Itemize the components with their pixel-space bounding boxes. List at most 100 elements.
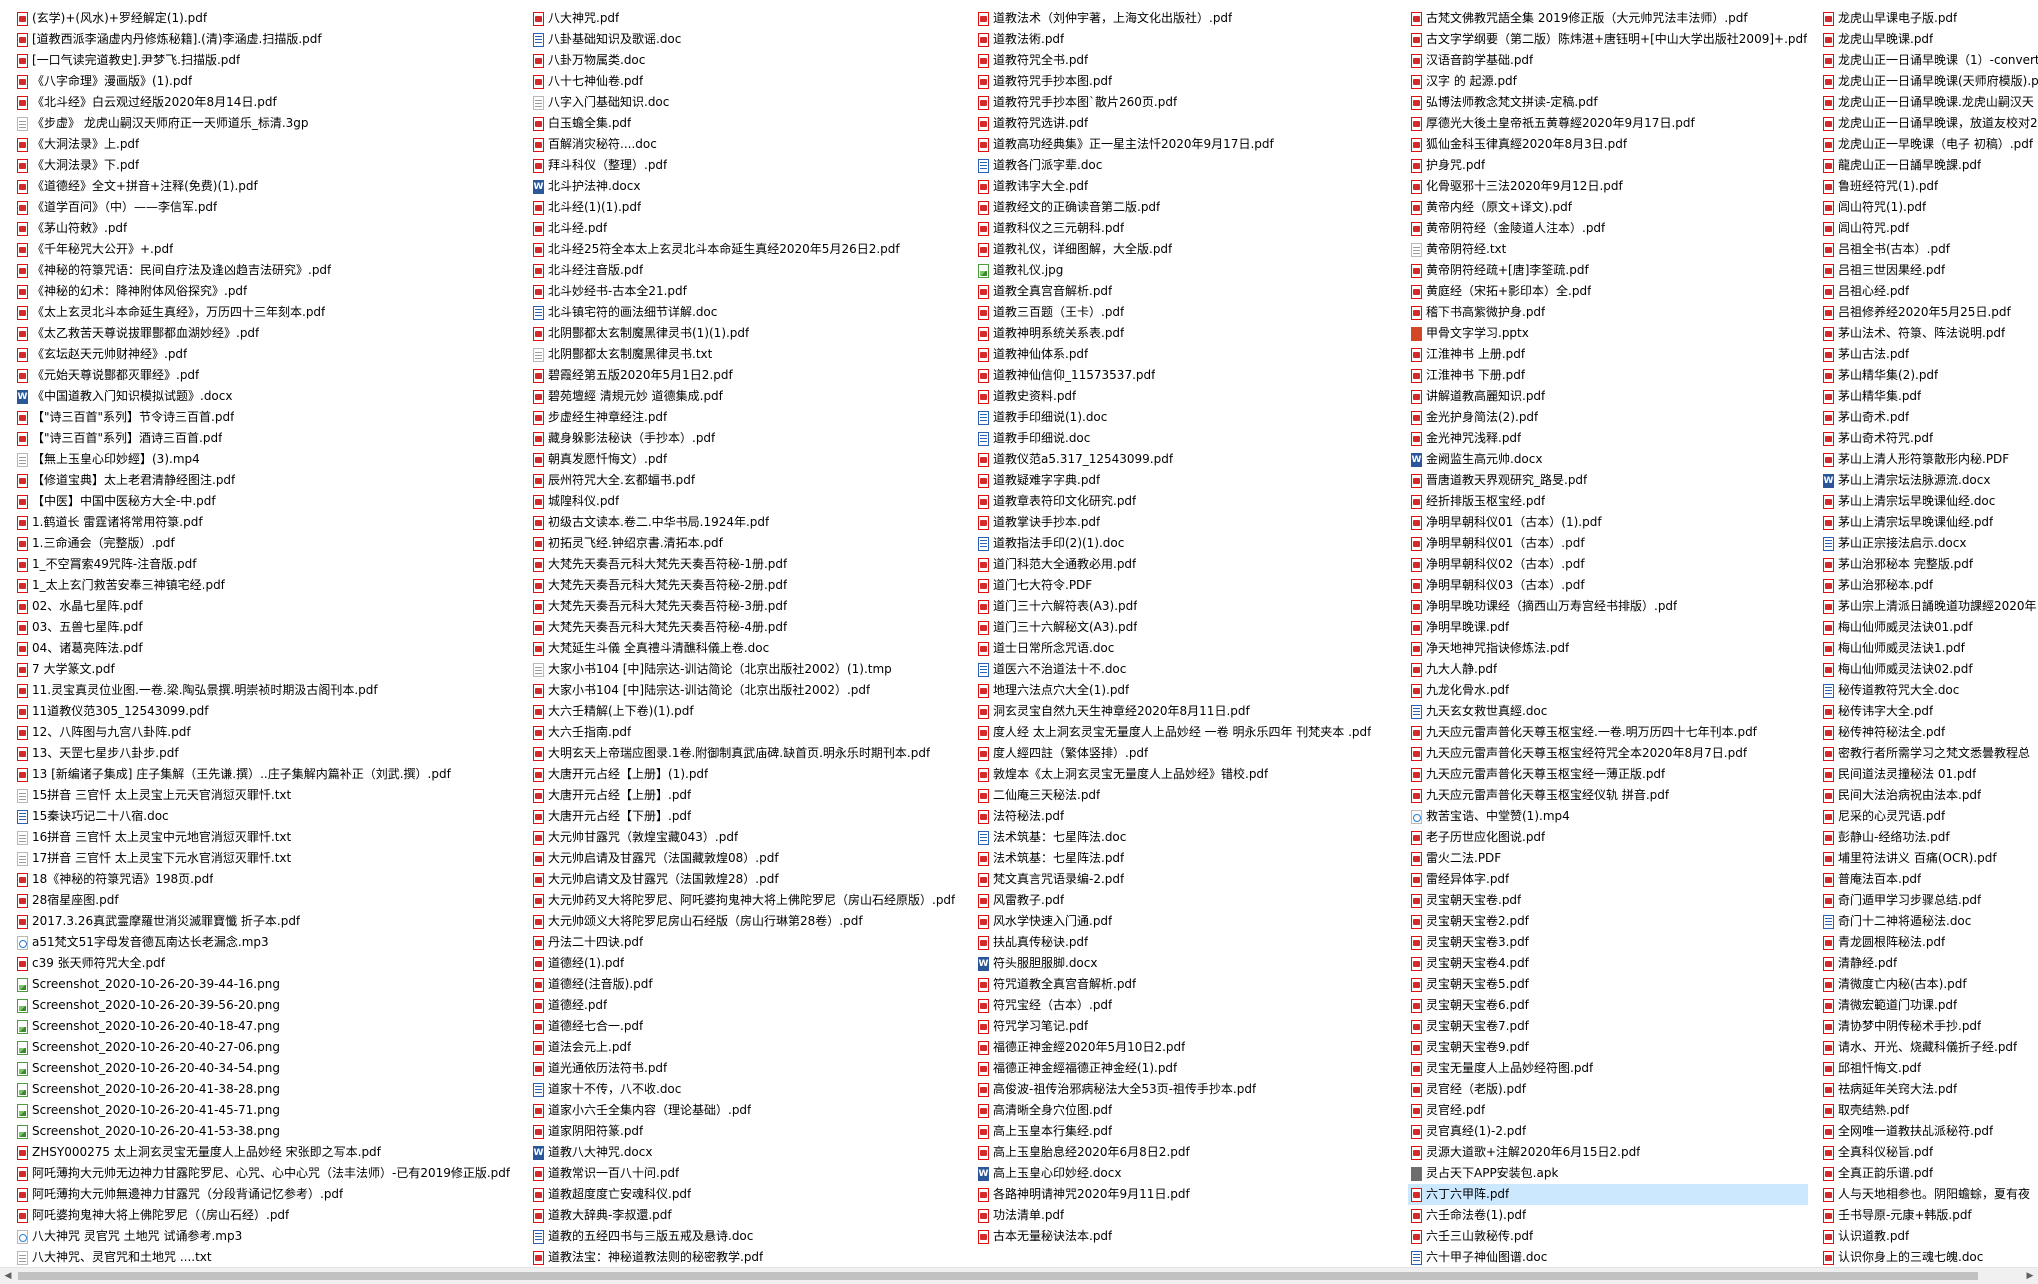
- file-item[interactable]: 龙虎山正一日诵早晚课（1）-convert: [1820, 50, 2038, 71]
- file-item[interactable]: 吕祖修养经2020年5月25日.pdf: [1820, 302, 2038, 323]
- file-item[interactable]: 茅山上清宗坛早晚课仙经.pdf: [1820, 512, 2038, 533]
- file-item[interactable]: 大梵先天奏吾元科大梵先天奏吾符秘-2册.pdf: [530, 575, 960, 596]
- file-item[interactable]: 风水学快速入门通.pdf: [975, 911, 1395, 932]
- file-item[interactable]: 1_太上玄门救苦安奉三神镇宅经.pdf: [14, 575, 514, 596]
- file-item[interactable]: 《千年秘咒大公开》+.pdf: [14, 239, 514, 260]
- file-item[interactable]: 法符秘法.pdf: [975, 806, 1395, 827]
- file-item[interactable]: 邱祖忏悔文.pdf: [1820, 1058, 2038, 1079]
- file-item[interactable]: 讲解道教高麗知识.pdf: [1408, 386, 1808, 407]
- file-item[interactable]: 尼采的心灵咒语.pdf: [1820, 806, 2038, 827]
- file-item[interactable]: 《道德经》全文+拼音+注释(免费)(1).pdf: [14, 176, 514, 197]
- file-item[interactable]: 藏身躲影法秘诀（手抄本）.pdf: [530, 428, 960, 449]
- file-item[interactable]: 功法清单.pdf: [975, 1205, 1395, 1226]
- file-item[interactable]: 梅山仙师威灵法诀01.pdf: [1820, 617, 2038, 638]
- file-item[interactable]: 大梵先天奏吾元科大梵先天奏吾符秘-4册.pdf: [530, 617, 960, 638]
- file-item[interactable]: 道家阴阳符篆.pdf: [530, 1121, 960, 1142]
- file-item[interactable]: 弘博法师教念梵文拼读-定稿.pdf: [1408, 92, 1808, 113]
- file-item[interactable]: 洞玄灵宝自然九天生神章经2020年8月11日.pdf: [975, 701, 1395, 722]
- file-item[interactable]: 高上玉皇心印妙经.docx: [975, 1163, 1395, 1184]
- file-item[interactable]: 甲骨文字学习.pptx: [1408, 323, 1808, 344]
- file-item[interactable]: 秘传讳字大全.pdf: [1820, 701, 2038, 722]
- file-item[interactable]: 道教史资料.pdf: [975, 386, 1395, 407]
- file-item[interactable]: 埔里符法讲义 百痛(OCR).pdf: [1820, 848, 2038, 869]
- file-item[interactable]: 黄帝阴符经疏+[唐]李筌疏.pdf: [1408, 260, 1808, 281]
- file-item[interactable]: 碧苑壇經 清規元妙 道德集成.pdf: [530, 386, 960, 407]
- file-item[interactable]: 古本无量秘诀法本.pdf: [975, 1226, 1395, 1247]
- file-item[interactable]: 龙虎山早课电子版.pdf: [1820, 8, 2038, 29]
- file-item[interactable]: 六壬命法卷(1).pdf: [1408, 1205, 1808, 1226]
- file-item[interactable]: 1.三命通会（完整版）.pdf: [14, 533, 514, 554]
- file-item[interactable]: 救苦宝诰、中堂赞(1).mp4: [1408, 806, 1808, 827]
- file-item[interactable]: 闾山符咒.pdf: [1820, 218, 2038, 239]
- file-item[interactable]: 度人經四註（繁体竖排）.pdf: [975, 743, 1395, 764]
- file-item[interactable]: 全真科仪秘旨.pdf: [1820, 1142, 2038, 1163]
- file-item[interactable]: 《大洞法录》下.pdf: [14, 155, 514, 176]
- file-item[interactable]: 北阴酆都太玄制魔黑律灵书(1)(1).pdf: [530, 323, 960, 344]
- file-item[interactable]: 道教全真宫音解析.pdf: [975, 281, 1395, 302]
- file-item[interactable]: 吕祖心经.pdf: [1820, 281, 2038, 302]
- file-item[interactable]: 敦煌本《太上洞玄灵宝无量度人上品妙经》错校.pdf: [975, 764, 1395, 785]
- file-item[interactable]: Screenshot_2020-10-26-20-40-18-47.png: [14, 1016, 514, 1037]
- file-item[interactable]: 化骨驱邪十三法2020年9月12日.pdf: [1408, 176, 1808, 197]
- file-item[interactable]: 道教法宝：神秘道教法则的秘密教学.pdf: [530, 1247, 960, 1268]
- file-item[interactable]: 道教大辞典-李叔還.pdf: [530, 1205, 960, 1226]
- file-item[interactable]: 扶乩真传秘诀.pdf: [975, 932, 1395, 953]
- file-item[interactable]: 金阙监生高元帅.docx: [1408, 449, 1808, 470]
- file-item[interactable]: 大家小书104 [中]陆宗达-训诂简论（北京出版社2002）.pdf: [530, 680, 960, 701]
- file-item[interactable]: 北阴酆都太玄制魔黑律灵书.txt: [530, 344, 960, 365]
- file-item[interactable]: 六壬三山敦秘传.pdf: [1408, 1226, 1808, 1247]
- file-item[interactable]: 15秦诀巧记二十八宿.doc: [14, 806, 514, 827]
- file-item[interactable]: 道教讳字大全.pdf: [975, 176, 1395, 197]
- file-item[interactable]: 江淮神书 上册.pdf: [1408, 344, 1808, 365]
- file-item[interactable]: 道教法术（刘仲宇著，上海文化出版社）.pdf: [975, 8, 1395, 29]
- file-item[interactable]: 古文字学纲要（第二版）陈炜湛+唐钰明+[中山大学出版社2009]+.pdf: [1408, 29, 1808, 50]
- file-item[interactable]: 地理六法点穴大全(1).pdf: [975, 680, 1395, 701]
- file-item[interactable]: ZHSY000275 太上洞玄灵宝无量度人上品妙经 宋张即之写本.pdf: [14, 1142, 514, 1163]
- file-item[interactable]: 大梵先天奏吾元科大梵先天奏吾符秘-1册.pdf: [530, 554, 960, 575]
- file-item[interactable]: 清微度亡内秘(古本).pdf: [1820, 974, 2038, 995]
- file-item[interactable]: 灵宝朝天宝卷5.pdf: [1408, 974, 1808, 995]
- file-item[interactable]: 全网唯一道教扶乩派秘符.pdf: [1820, 1121, 2038, 1142]
- file-item[interactable]: Screenshot_2020-10-26-20-41-45-71.png: [14, 1100, 514, 1121]
- file-item[interactable]: 灵宝朝天宝卷9.pdf: [1408, 1037, 1808, 1058]
- file-item[interactable]: 净明早朝科仪01（古本）(1).pdf: [1408, 512, 1808, 533]
- file-item[interactable]: 道士日常所念咒语.doc: [975, 638, 1395, 659]
- file-item[interactable]: 法术筑基：七星阵法.doc: [975, 827, 1395, 848]
- file-item[interactable]: 老子历世应化图说.pdf: [1408, 827, 1808, 848]
- file-item[interactable]: 2017.3.26真武霊摩羅世消災滅罪寶懺 折子本.pdf: [14, 911, 514, 932]
- file-item[interactable]: 金光护身简法(2).pdf: [1408, 407, 1808, 428]
- file-item[interactable]: 茅山宗上清派日誦晚道功課經2020年: [1820, 596, 2038, 617]
- file-item[interactable]: 秘传道教符咒大全.doc: [1820, 680, 2038, 701]
- file-item[interactable]: 大唐开元占经【上册】.pdf: [530, 785, 960, 806]
- file-item[interactable]: 符咒宝经（古本）.pdf: [975, 995, 1395, 1016]
- file-item[interactable]: 【無上玉皇心印妙經】(3).mp4: [14, 449, 514, 470]
- file-item[interactable]: 道教手印细说(1).doc: [975, 407, 1395, 428]
- file-item[interactable]: 北斗经(1)(1).pdf: [530, 197, 960, 218]
- file-item[interactable]: 灵官真经(1)-2.pdf: [1408, 1121, 1808, 1142]
- file-item[interactable]: 秘传神符秘法全.pdf: [1820, 722, 2038, 743]
- file-item[interactable]: 法术筑基：七星阵法.pdf: [975, 848, 1395, 869]
- file-item[interactable]: 灵宝朝天宝卷.pdf: [1408, 890, 1808, 911]
- file-item[interactable]: 九天应元雷声普化天尊玉枢宝经.一卷.明万历四十七年刊本.pdf: [1408, 722, 1808, 743]
- file-item[interactable]: 经折排版玉枢宝经.pdf: [1408, 491, 1808, 512]
- file-item[interactable]: 茅山治邪秘本.pdf: [1820, 575, 2038, 596]
- file-item[interactable]: 百解消灾秘符....doc: [530, 134, 960, 155]
- file-item[interactable]: 祛病延年关窍大法.pdf: [1820, 1079, 2038, 1100]
- file-item[interactable]: 道教经文的正确读音第二版.pdf: [975, 197, 1395, 218]
- file-item[interactable]: 九大人静.pdf: [1408, 659, 1808, 680]
- file-item[interactable]: 青龙圆根阵秘法.pdf: [1820, 932, 2038, 953]
- file-item[interactable]: 八字入门基础知识.doc: [530, 92, 960, 113]
- scroll-right-icon[interactable]: ▶: [2022, 1268, 2038, 1284]
- file-item[interactable]: 道教手印细说.doc: [975, 428, 1395, 449]
- file-item[interactable]: 道教的五经四书与三版五戒及悬诗.doc: [530, 1226, 960, 1247]
- file-item[interactable]: 13 [新编诸子集成] 庄子集解（王先谦.撰）..庄子集解内篇补正（刘武.撰）.…: [14, 764, 514, 785]
- file-item[interactable]: 认识道教.pdf: [1820, 1226, 2038, 1247]
- file-item[interactable]: 江淮神书 下册.pdf: [1408, 365, 1808, 386]
- file-item[interactable]: 符咒学习笔记.pdf: [975, 1016, 1395, 1037]
- file-item[interactable]: 茅山奇术.pdf: [1820, 407, 2038, 428]
- file-item[interactable]: 道教神仙体系.pdf: [975, 344, 1395, 365]
- file-item[interactable]: 奇门遁甲学习步骤总结.pdf: [1820, 890, 2038, 911]
- file-item[interactable]: 八卦万物属类.doc: [530, 50, 960, 71]
- file-item[interactable]: 民间道法灵撞秘法 01.pdf: [1820, 764, 2038, 785]
- file-item[interactable]: 黄帝阴符经.txt: [1408, 239, 1808, 260]
